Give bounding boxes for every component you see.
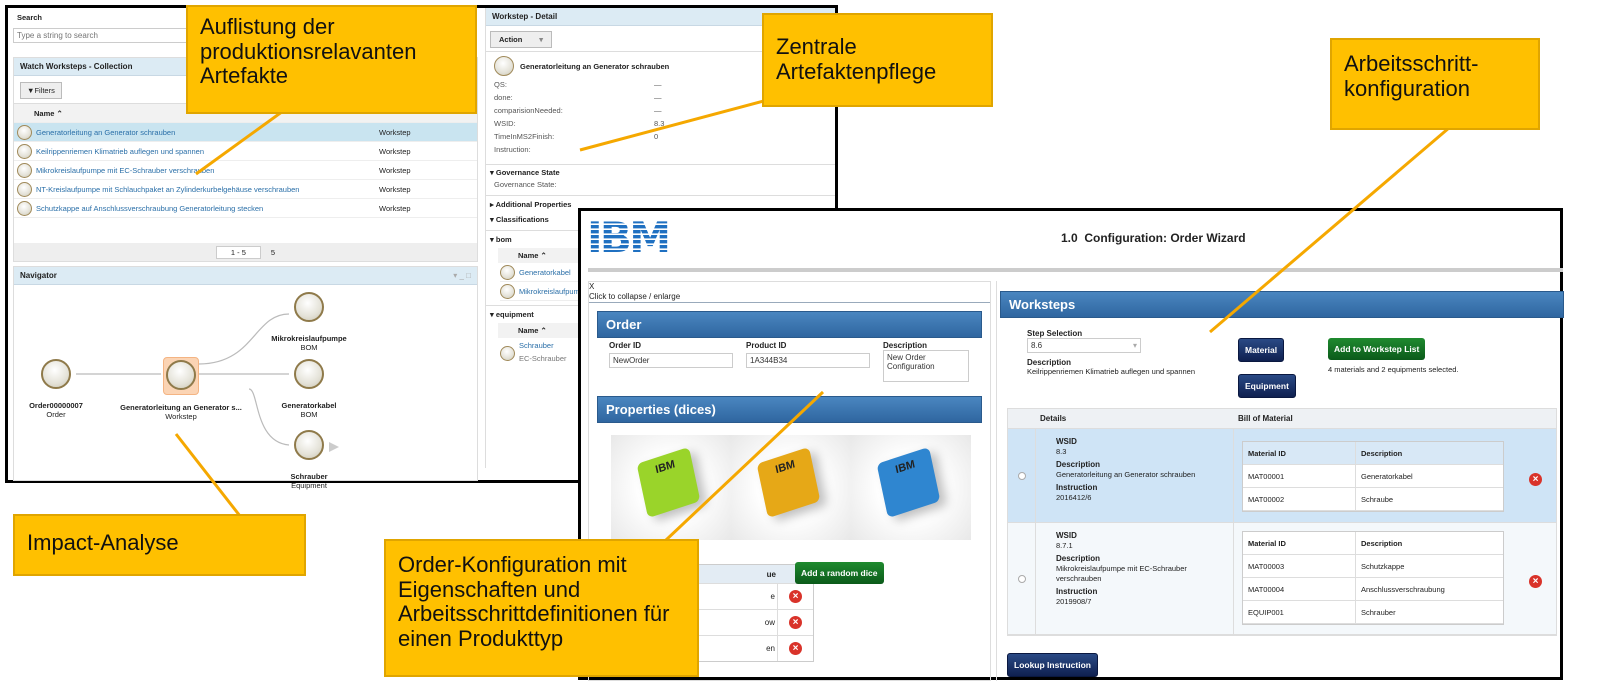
callout-central-maintenance: Zentrale Artefaktenpflege xyxy=(762,13,993,107)
callout-impact-analysis: Impact-Analyse xyxy=(13,514,306,576)
callout-workstep-config: Arbeitsschritt-konfiguration xyxy=(1330,38,1540,130)
callout-order-config: Order-Konfiguration mit Eigenschaften un… xyxy=(384,539,699,677)
connector-line xyxy=(174,433,242,517)
connector-line xyxy=(1209,108,1471,334)
callout-artifact-list: Auflistung der produktionsrelavanten Art… xyxy=(186,5,477,114)
connector-line xyxy=(646,390,825,559)
